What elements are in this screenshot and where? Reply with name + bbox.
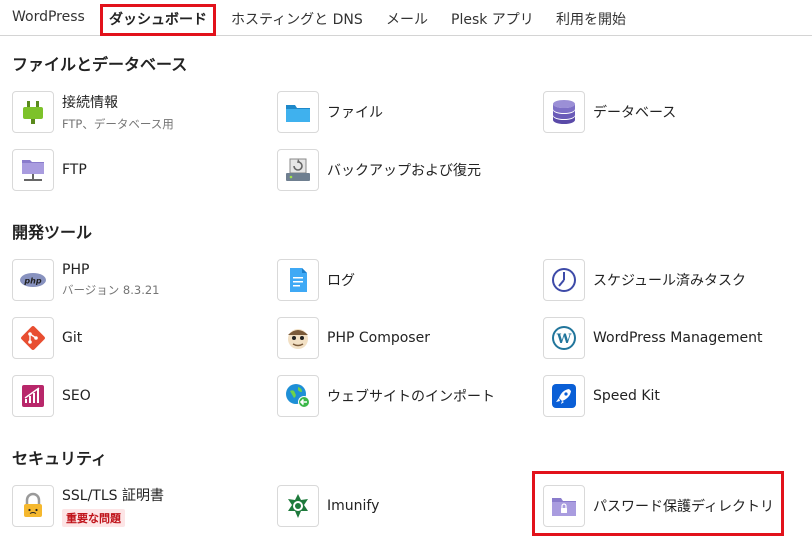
seo-icon (12, 375, 54, 417)
item-label: WordPress Management (593, 330, 763, 346)
php-icon: php (12, 259, 54, 301)
tab-hosting-dns[interactable]: ホスティングと DNS (231, 9, 363, 29)
tab-wordpress[interactable]: WordPress (12, 9, 85, 25)
item-wordpress-management[interactable]: W WordPress Management (543, 316, 763, 360)
item-website-import[interactable]: ウェブサイトのインポート (277, 374, 495, 418)
item-label: SEO (62, 388, 91, 404)
item-sublabel: FTP、データベース用 (62, 117, 174, 131)
item-logs[interactable]: ログ (277, 258, 355, 302)
item-seo[interactable]: SEO (12, 374, 91, 418)
tab-getting-started[interactable]: 利用を開始 (556, 9, 626, 29)
item-label: スケジュール済みタスク (593, 273, 747, 289)
active-tab-highlight-box (100, 4, 216, 36)
lock-icon (12, 485, 54, 527)
ftp-folder-icon (12, 149, 54, 191)
item-label: SSL/TLS 証明書 (62, 488, 164, 504)
clock-icon (543, 259, 585, 301)
critical-issue-badge: 重要な問題 (62, 509, 125, 527)
item-php-composer[interactable]: PHP Composer (277, 316, 430, 360)
svg-text:php: php (23, 277, 41, 286)
database-icon (543, 91, 585, 133)
item-backup-restore[interactable]: バックアップおよび復元 (277, 148, 481, 192)
rocket-icon (543, 375, 585, 417)
section-title-files-databases: ファイルとデータベース (12, 55, 188, 74)
git-icon (12, 317, 54, 359)
item-git[interactable]: Git (12, 316, 82, 360)
section-title-dev-tools: 開発ツール (12, 223, 93, 242)
item-connection-info[interactable]: 接続情報 FTP、データベース用 (12, 90, 174, 134)
log-icon (277, 259, 319, 301)
item-sublabel: バージョン 8.3.21 (62, 283, 160, 297)
item-label: データベース (593, 105, 677, 121)
item-label: ウェブサイトのインポート (327, 389, 495, 405)
item-label: ログ (327, 273, 355, 289)
item-label: Git (62, 330, 83, 346)
item-imunify[interactable]: Imunify (277, 484, 379, 528)
item-databases[interactable]: データベース (543, 90, 676, 134)
item-speed-kit[interactable]: Speed Kit (543, 374, 660, 418)
imunify-icon (277, 485, 319, 527)
import-icon (277, 375, 319, 417)
backup-icon (277, 149, 319, 191)
plug-icon (12, 91, 54, 133)
item-label: Speed Kit (593, 388, 660, 404)
item-label: 接続情報 (62, 95, 118, 111)
item-ftp[interactable]: FTP (12, 148, 87, 192)
item-label: PHP Composer (327, 330, 430, 346)
highlight-box-password-directories (532, 471, 784, 536)
item-label: バックアップおよび復元 (327, 163, 481, 179)
item-ssl-tls-certificates[interactable]: SSL/TLS 証明書 重要な問題 (12, 484, 164, 528)
composer-icon (277, 317, 319, 359)
folder-icon (277, 91, 319, 133)
tab-mail[interactable]: メール (386, 9, 428, 29)
item-label: PHP (62, 262, 90, 278)
item-scheduled-tasks[interactable]: スケジュール済みタスク (543, 258, 746, 302)
item-php[interactable]: php PHP バージョン 8.3.21 (12, 258, 160, 302)
section-title-security: セキュリティ (12, 449, 108, 468)
wordpress-icon: W (543, 317, 585, 359)
item-label: Imunify (327, 498, 380, 514)
svg-text:W: W (556, 332, 572, 347)
item-label: ファイル (327, 105, 383, 121)
tab-plesk-apps[interactable]: Plesk アプリ (451, 9, 534, 29)
item-files[interactable]: ファイル (277, 90, 383, 134)
item-label: FTP (62, 162, 87, 178)
